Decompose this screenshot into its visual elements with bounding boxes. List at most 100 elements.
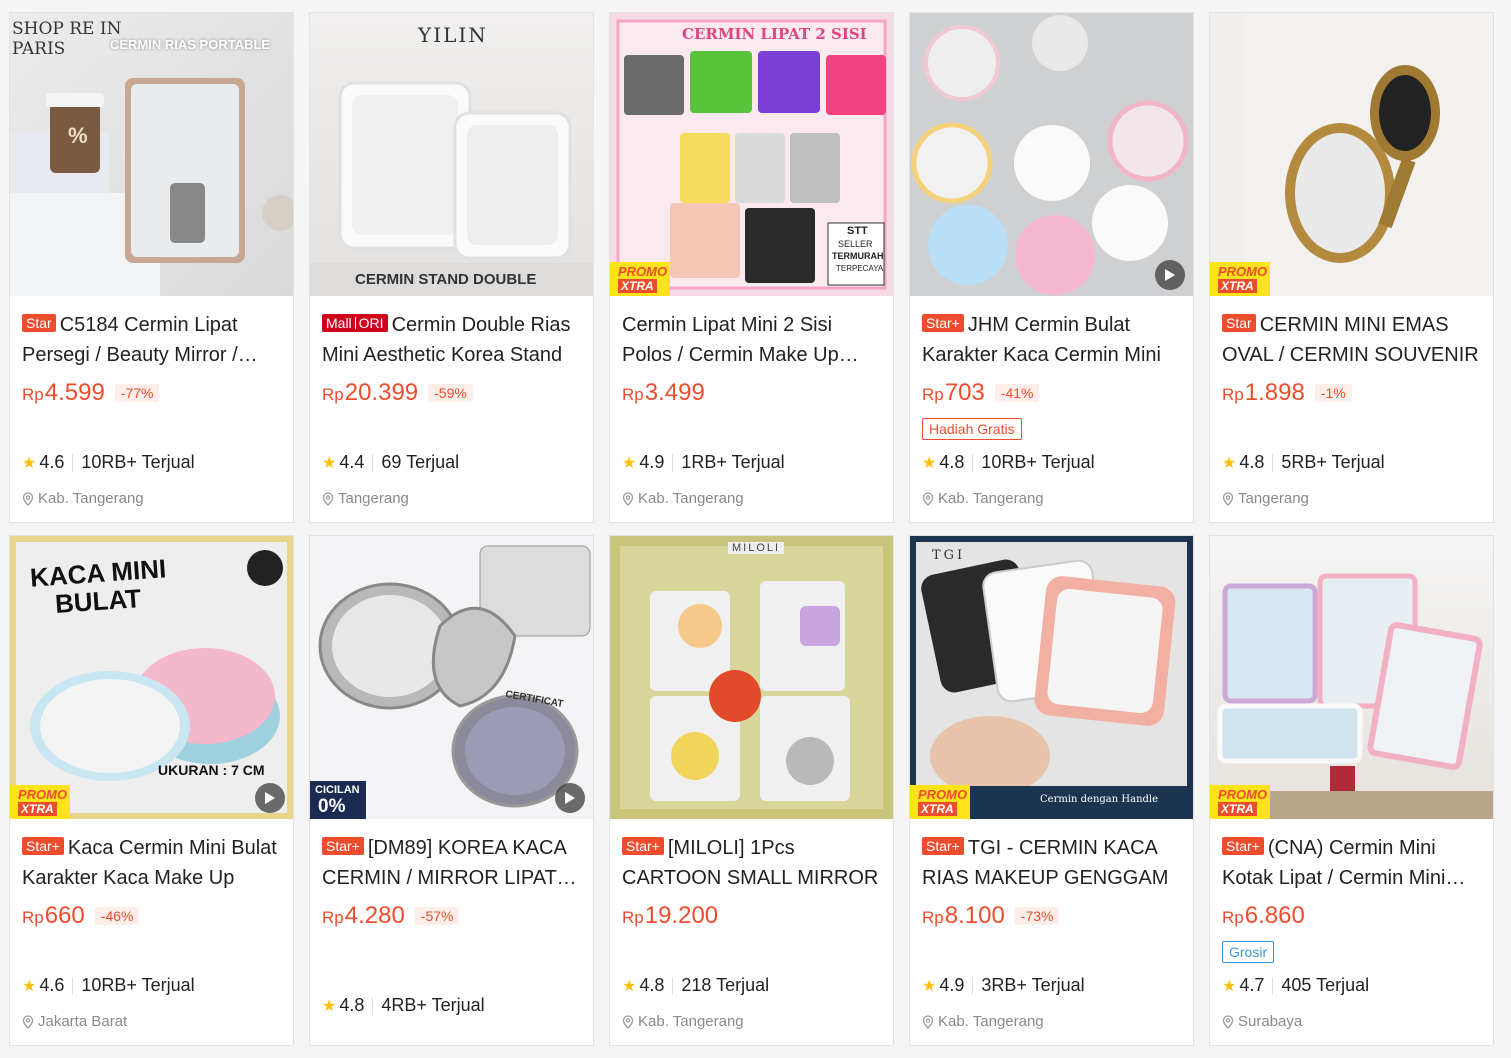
product-image[interactable]	[910, 13, 1193, 296]
product-card[interactable]: YILIN CERMIN STAND DOUBLE Mall ORI Cermin …	[309, 12, 594, 523]
location-text: Kab. Tangerang	[638, 1013, 744, 1030]
product-title[interactable]: Star+ TGI - CERMIN KACA RIAS MAKEUP GENGG…	[922, 833, 1181, 893]
price-row: Rp 6.860	[1222, 899, 1481, 933]
product-title[interactable]: Star C5184 Cermin Lipat Persegi / Beauty …	[22, 310, 281, 370]
divider	[672, 453, 674, 472]
star-icon: ★	[622, 454, 637, 472]
stamp-text: STT	[847, 225, 868, 237]
mall-badge: Mall ORI	[322, 314, 388, 332]
product-card[interactable]: PROMO XTRA Star CERMIN MINI EMAS OVAL / CE…	[1209, 12, 1494, 523]
location: Kab. Tangerang	[922, 1013, 1044, 1030]
location-pin-icon	[1222, 491, 1234, 506]
promo-xtra-label: PROMO XTRA	[1210, 262, 1270, 296]
product-image[interactable]: TGI Cermin dengan Handle PROMO XTRA	[910, 536, 1193, 819]
product-image[interactable]: CERTIFICAT CICILAN 0%	[310, 536, 593, 819]
sold-count: 5RB+ Terjual	[1281, 452, 1385, 472]
location: Kab. Tangerang	[622, 490, 744, 507]
product-card[interactable]: Star+ JHM Cermin Bulat Karakter Kaca Cerm…	[909, 12, 1194, 523]
rating: 4.9	[939, 975, 965, 995]
rating: 4.4	[339, 452, 365, 472]
price: 660	[44, 902, 85, 929]
product-image[interactable]: YILIN CERMIN STAND DOUBLE	[310, 13, 593, 296]
price-row: Rp 4.599 -77%	[22, 376, 281, 410]
product-image[interactable]: CERMIN LIPAT 2 SISI STT SELLER TERMURAH …	[610, 13, 893, 296]
product-title[interactable]: Star+ Kaca Cermin Mini Bulat Karakter Kac…	[22, 833, 281, 893]
rating: 4.8	[339, 995, 365, 1015]
product-image[interactable]: PROMO XTRA	[1210, 536, 1493, 819]
price: 20.399	[344, 379, 419, 406]
rating: 4.9	[639, 452, 665, 472]
product-image[interactable]: SHOP RE IN PARIS CERMIN RIAS PORTABLE %	[10, 13, 293, 296]
location-text: Kab. Tangerang	[638, 490, 744, 507]
star-plus-badge: Star+	[1222, 837, 1264, 855]
rating: 4.8	[1239, 452, 1265, 472]
divider	[972, 453, 974, 472]
stamp-text: TERPECAYA	[836, 264, 884, 273]
product-card[interactable]: KACA MINI BULAT UKURAN : 7 CM PROMO XTRA …	[9, 535, 294, 1046]
location-text: Jakarta Barat	[38, 1013, 128, 1030]
price: 8.100	[944, 902, 1005, 929]
product-card[interactable]: MILOLI Star+ [MILOLI] 1Pcs CARTOON SMALL …	[609, 535, 894, 1046]
product-image[interactable]: KACA MINI BULAT UKURAN : 7 CM PROMO XTRA	[10, 536, 293, 819]
price-row: Rp 20.399 -59%	[322, 376, 581, 410]
star-plus-badge: Star+	[922, 314, 964, 332]
product-image[interactable]: MILOLI	[610, 536, 893, 819]
price-row: Rp 19.200	[622, 899, 881, 933]
divider	[1272, 453, 1274, 472]
grosir-badge: Grosir	[1222, 941, 1275, 963]
location: Kab. Tangerang	[22, 490, 144, 507]
location-text: Surabaya	[1238, 1013, 1303, 1030]
sold-count: 1RB+ Terjual	[681, 452, 785, 472]
rating-sold: ★ 4.7 405 Terjual	[1222, 975, 1369, 996]
rating-sold: ★ 4.6 10RB+ Terjual	[22, 452, 195, 473]
product-title[interactable]: Mall ORI Cermin Double Rias Mini Aesthetic…	[322, 310, 581, 370]
video-play-icon[interactable]	[1155, 260, 1185, 290]
product-title[interactable]: Star+ [DM89] KOREA KACA CERMIN / MIRROR L…	[322, 833, 581, 893]
price: 1.898	[1244, 379, 1305, 406]
video-play-icon[interactable]	[255, 783, 285, 813]
location: Surabaya	[1222, 1013, 1302, 1030]
promo-xtra-label: PROMO XTRA	[610, 262, 670, 296]
image-title: BULAT	[54, 583, 143, 619]
product-card[interactable]: TGI Cermin dengan Handle PROMO XTRA Star+…	[909, 535, 1194, 1046]
divider	[372, 453, 374, 472]
location: Tangerang	[322, 490, 409, 507]
product-title[interactable]: Cermin Lipat Mini 2 Sisi Polos / Cermin …	[622, 310, 881, 370]
currency: Rp	[322, 908, 344, 927]
star-plus-badge: Star+	[22, 837, 64, 855]
image-brand: MILOLI	[728, 542, 785, 554]
rating: 4.6	[39, 452, 65, 472]
product-image[interactable]: PROMO XTRA	[1210, 13, 1493, 296]
rating-sold: ★ 4.8 4RB+ Terjual	[322, 995, 485, 1016]
discount-badge: -77%	[114, 384, 160, 402]
product-title[interactable]: Star CERMIN MINI EMAS OVAL / CERMIN SOUVE…	[1222, 310, 1481, 370]
price: 4.280	[344, 902, 405, 929]
price-row: Rp 660 -46%	[22, 899, 281, 933]
video-play-icon[interactable]	[555, 783, 585, 813]
currency: Rp	[922, 385, 944, 404]
product-title[interactable]: Star+ JHM Cermin Bulat Karakter Kaca Cerm…	[922, 310, 1181, 370]
product-title[interactable]: Star+ [MILOLI] 1Pcs CARTOON SMALL MIRROR	[622, 833, 881, 893]
discount-badge: -57%	[414, 907, 460, 925]
divider	[72, 976, 74, 995]
location-pin-icon	[322, 491, 334, 506]
star-badge: Star	[1222, 314, 1256, 332]
product-title[interactable]: Star+ (CNA) Cermin Mini Kotak Lipat / Cer…	[1222, 833, 1481, 893]
star-icon: ★	[922, 977, 937, 995]
sold-count: 4RB+ Terjual	[381, 995, 485, 1015]
divider	[1272, 976, 1274, 995]
image-title: CERMIN LIPAT 2 SISI	[682, 25, 867, 43]
product-card[interactable]: SHOP RE IN PARIS CERMIN RIAS PORTABLE % …	[9, 12, 294, 523]
divider	[972, 976, 974, 995]
divider	[672, 976, 674, 995]
product-card[interactable]: CERMIN LIPAT 2 SISI STT SELLER TERMURAH …	[609, 12, 894, 523]
product-card[interactable]: PROMO XTRA Star+ (CNA) Cermin Mini Kotak L…	[1209, 535, 1494, 1046]
location: Kab. Tangerang	[922, 490, 1044, 507]
star-icon: ★	[322, 997, 337, 1015]
location: Kab. Tangerang	[622, 1013, 744, 1030]
rating-sold: ★ 4.4 69 Terjual	[322, 452, 459, 473]
product-card[interactable]: CERTIFICAT CICILAN 0% Star+ [DM89] KOREA K…	[309, 535, 594, 1046]
discount-badge: -59%	[428, 384, 473, 402]
location-text: Tangerang	[1238, 490, 1309, 507]
sold-count: 10RB+ Terjual	[81, 452, 195, 472]
